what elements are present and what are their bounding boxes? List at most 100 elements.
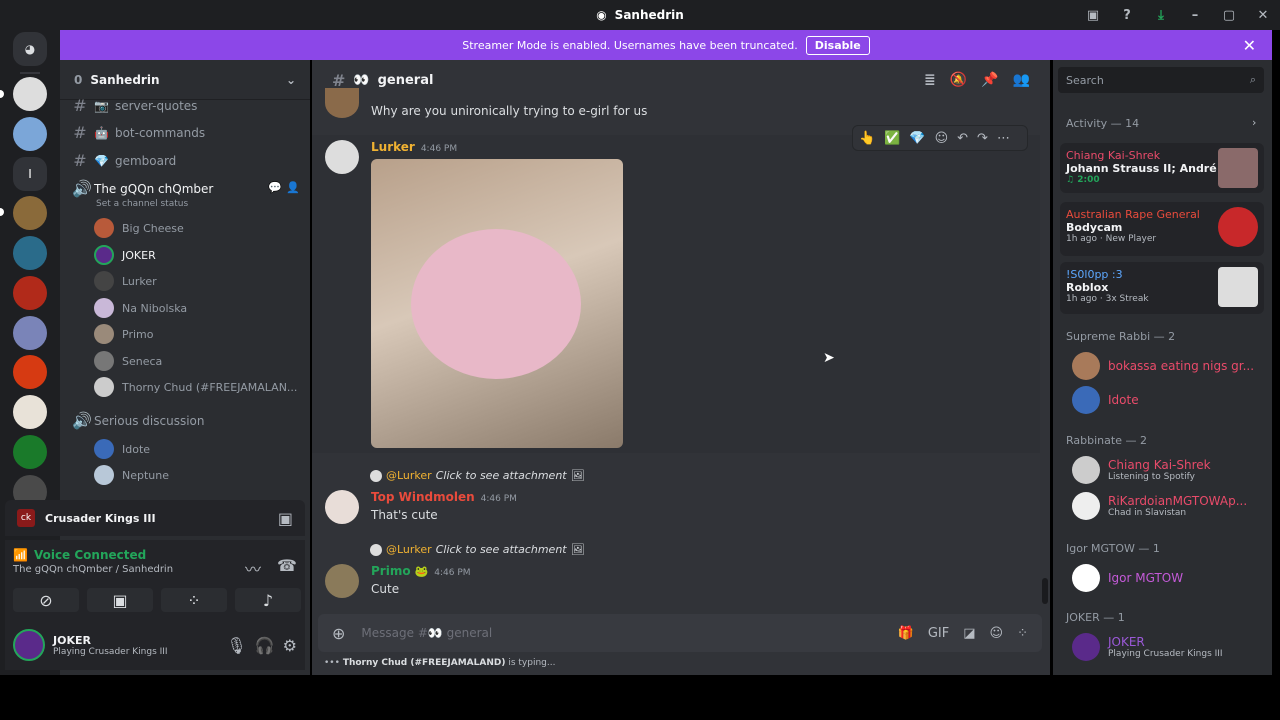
disconnect-icon[interactable]: ☎ xyxy=(277,556,297,575)
activity-card[interactable]: Chiang Kai-Shrek Johann Strauss II; Andr… xyxy=(1060,143,1264,193)
reply-preview[interactable]: @Lurker Click to see attachment 🖼 xyxy=(370,543,585,556)
voice-user[interactable]: Seneca xyxy=(94,351,162,371)
voice-user[interactable]: Primo xyxy=(94,324,153,344)
avatar[interactable] xyxy=(13,629,45,661)
noise-suppression-icon[interactable]: 〰 xyxy=(245,556,261,580)
gif-icon[interactable]: GIF xyxy=(928,626,949,641)
maximize-button[interactable]: ▢ xyxy=(1212,0,1246,30)
add-attachment-icon[interactable]: ⊕ xyxy=(332,624,345,643)
avatar[interactable] xyxy=(325,490,359,524)
avatar[interactable] xyxy=(325,88,359,118)
voice-user[interactable]: Lurker xyxy=(94,271,157,291)
image-attachment[interactable] xyxy=(371,159,623,448)
headphones-icon[interactable]: 🎧 xyxy=(255,636,275,655)
server-icon[interactable] xyxy=(13,77,47,111)
screen-share-button[interactable]: ▣ xyxy=(87,588,153,612)
threads-icon[interactable]: ≣ xyxy=(924,72,936,88)
server-name: Sanhedrin xyxy=(90,72,160,87)
forward-icon[interactable]: ↷ xyxy=(977,131,988,146)
voice-user[interactable]: Big Cheese xyxy=(94,218,184,238)
activity-card[interactable]: !S0l0pp :3 Roblox 1h ago · 3x Streak xyxy=(1060,262,1264,314)
member-item[interactable]: Idote xyxy=(1072,386,1139,414)
soundboard-button[interactable]: ♪ xyxy=(235,588,301,612)
voice-user[interactable]: Na Nibolska xyxy=(94,298,187,318)
inbox-icon[interactable]: ▣ xyxy=(1076,0,1110,30)
channel-item[interactable]: # 🤖 bot-commands xyxy=(72,123,205,142)
server-icon[interactable] xyxy=(13,355,47,389)
reply-icon[interactable]: ↶ xyxy=(957,131,968,146)
member-item[interactable]: JOKER Playing Crusader Kings III xyxy=(1072,633,1223,661)
chevron-right-icon[interactable]: › xyxy=(1252,116,1256,129)
camera-off-button[interactable]: ⊘ xyxy=(13,588,79,612)
channel-status[interactable]: Set a channel status xyxy=(96,199,188,209)
reaction-gem-icon[interactable]: 💎 xyxy=(909,131,925,146)
server-icon[interactable] xyxy=(13,435,47,469)
notification-mute-icon[interactable]: 🔕 xyxy=(950,72,967,88)
message-header: Lurker 4:46 PM xyxy=(371,140,457,154)
reaction-check-icon[interactable]: ✅ xyxy=(884,131,900,146)
game-activity-panel[interactable]: ck Crusader Kings III ▣ xyxy=(5,500,305,536)
member-list-icon[interactable]: 👥 xyxy=(1013,72,1030,88)
voice-user[interactable]: Idote xyxy=(94,439,150,459)
server-icon[interactable] xyxy=(13,276,47,310)
add-member-icon[interactable]: 👤 xyxy=(286,181,300,194)
reaction-point-icon[interactable]: 👆 xyxy=(859,131,875,146)
discord-home-icon[interactable]: ◕ xyxy=(13,32,47,66)
close-icon[interactable]: ✕ xyxy=(1243,36,1256,55)
channel-label: gemboard xyxy=(114,153,177,168)
typing-indicator: ••• Thorny Chud (#FREEJAMALAND) is typin… xyxy=(324,658,556,668)
minimize-button[interactable]: – xyxy=(1178,0,1212,30)
close-window-button[interactable]: ✕ xyxy=(1246,0,1280,30)
server-icon[interactable]: I xyxy=(13,157,47,191)
server-icon[interactable] xyxy=(13,236,47,270)
avatar[interactable] xyxy=(325,140,359,174)
more-icon[interactable]: ⋯ xyxy=(997,131,1010,146)
chat-icon[interactable]: 💬 xyxy=(268,181,282,194)
author-name[interactable]: Lurker xyxy=(371,140,415,154)
avatar[interactable] xyxy=(325,564,359,598)
emoji-icon[interactable]: ☺ xyxy=(990,626,1004,641)
activities-button[interactable]: ⁘ xyxy=(161,588,227,612)
add-reaction-icon[interactable]: ☺ xyxy=(935,131,949,146)
help-icon[interactable]: ? xyxy=(1110,0,1144,30)
disable-button[interactable]: Disable xyxy=(805,35,870,55)
gift-icon[interactable]: 🎁 xyxy=(898,626,914,641)
activity-card[interactable]: Australian Rape General Bodycam 1h ago ·… xyxy=(1060,202,1264,256)
reply-preview[interactable]: @Lurker Click to see attachment 🖼 xyxy=(370,469,585,482)
member-item[interactable]: RiKardoianMGTOWAp... Chad in Slavistan xyxy=(1072,492,1247,520)
member-item[interactable]: Igor MGTOW xyxy=(1072,564,1183,592)
message-text: That's cute xyxy=(371,508,438,522)
screen-share-icon[interactable]: ▣ xyxy=(278,509,293,528)
download-icon[interactable]: ⤓ xyxy=(1144,0,1178,30)
voice-channel[interactable]: 🔊 Serious discussion xyxy=(72,411,204,430)
voice-channel[interactable]: 🔊 The gQQn chQmber xyxy=(72,179,213,198)
image-icon: 🖼 xyxy=(570,469,585,482)
server-icon[interactable] xyxy=(13,395,47,429)
member-item[interactable]: Chiang Kai-Shrek Listening to Spotify xyxy=(1072,456,1211,484)
message-composer[interactable]: ⊕ Message #👀 general 🎁 GIF ◪ ☺ ⁘ xyxy=(318,614,1042,652)
pin-icon[interactable]: 📌 xyxy=(981,72,998,88)
search-input[interactable]: Search ⌕ xyxy=(1058,67,1264,93)
server-header[interactable]: 0 Sanhedrin ⌄ xyxy=(60,60,310,100)
voice-user[interactable]: Neptune xyxy=(94,465,169,485)
server-icon[interactable] xyxy=(13,316,47,350)
server-badge: 0 xyxy=(74,72,83,87)
sticker-icon[interactable]: ◪ xyxy=(963,626,975,641)
avatar xyxy=(94,439,114,459)
server-icon[interactable] xyxy=(13,117,47,151)
voice-user[interactable]: Thorny Chud (#FREEJAMALAN... xyxy=(94,377,297,397)
author-name[interactable]: Top Windmolen xyxy=(371,490,475,504)
microphone-icon[interactable]: 🎙 xyxy=(226,636,246,655)
message-input[interactable]: Message #👀 general xyxy=(361,626,492,640)
message-actions-bar: 👆 ✅ 💎 ☺ ↶ ↷ ⋯ xyxy=(852,125,1028,151)
member-item[interactable]: bokassa eating nigs gr... xyxy=(1072,352,1254,380)
chat-scrollbar[interactable] xyxy=(1042,578,1048,604)
apps-icon[interactable]: ⁘ xyxy=(1017,626,1028,641)
game-art xyxy=(1218,207,1258,247)
channel-item[interactable]: # 💎 gemboard xyxy=(72,151,176,170)
settings-gear-icon[interactable]: ⚙ xyxy=(283,636,297,655)
server-icon[interactable] xyxy=(13,196,47,230)
author-name[interactable]: Primo xyxy=(371,564,411,578)
voice-user[interactable]: JOKER xyxy=(94,245,156,265)
channel-item[interactable]: # 📷 server-quotes xyxy=(72,96,197,115)
